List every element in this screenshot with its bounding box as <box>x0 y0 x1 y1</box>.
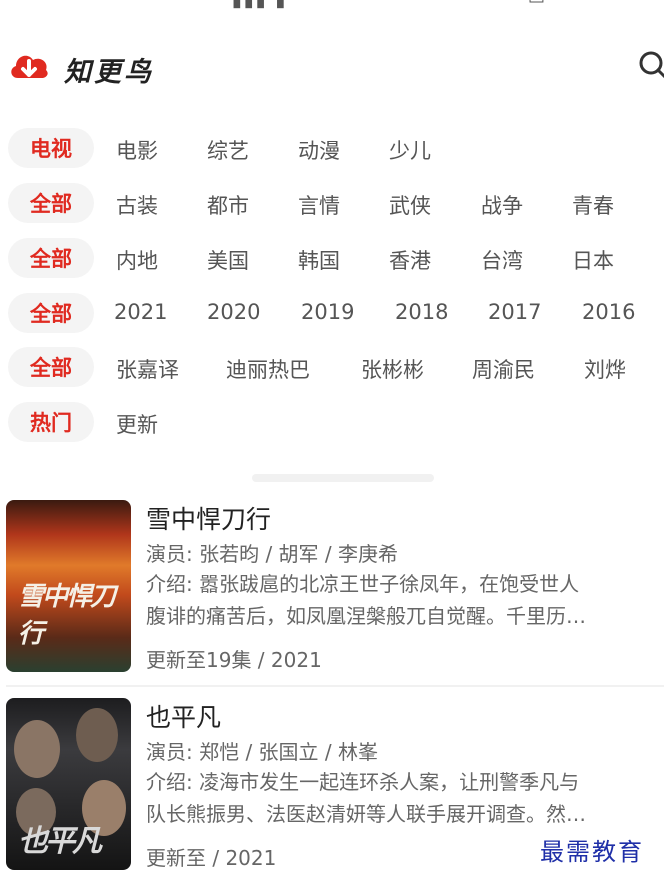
poster-image: 也平凡 <box>6 698 131 870</box>
filter-option[interactable]: 韩国 <box>298 245 340 275</box>
cloud-logo-icon <box>11 55 48 78</box>
filter-option[interactable]: 2018 <box>395 300 448 324</box>
filter-row-region: 全部 内地 美国 韩国 香港 台湾 日本 <box>0 238 664 278</box>
filter-option[interactable]: 武侠 <box>389 190 431 220</box>
show-title: 也平凡 <box>146 703 222 732</box>
filter-row-year: 全部 2021 2020 2019 2018 2017 2016 <box>0 293 664 333</box>
filter-option[interactable]: 美国 <box>207 245 249 275</box>
filter-row-genre: 全部 古装 都市 言情 武侠 战争 青春 <box>0 183 664 223</box>
filter-row-sort: 热门 更新 <box>0 402 664 442</box>
filter-option[interactable]: 2020 <box>207 300 260 324</box>
poster-image: 雪中悍刀行 <box>6 500 131 672</box>
show-update: 更新至19集 / 2021 <box>146 648 322 672</box>
show-actors: 演员: 张若昀 / 胡军 / 李庚希 <box>146 542 399 566</box>
app-title: 知更鸟 <box>64 57 154 88</box>
filter-option[interactable]: 内地 <box>116 245 158 275</box>
filter-option[interactable]: 战争 <box>481 190 523 220</box>
watermark: 最需教育 <box>540 838 644 866</box>
filter-option[interactable]: 2019 <box>301 300 354 324</box>
filter-row-type: 电视 电影 综艺 动漫 少儿 <box>0 128 664 168</box>
poster-title: 也平凡 <box>18 824 102 859</box>
filter-chip-type[interactable]: 电视 <box>8 128 94 168</box>
filter-option[interactable]: 言情 <box>298 190 340 220</box>
signal-icon: ▮▮▮ ▮ <box>232 0 288 11</box>
search-icon[interactable] <box>636 48 664 84</box>
filter-option[interactable]: 少儿 <box>389 135 431 165</box>
filter-option[interactable]: 青春 <box>572 190 614 220</box>
show-description: 介绍: 嚣张跋扈的北凉王世子徐凤年，在饱受世人 <box>146 572 580 596</box>
show-description: 队长熊振男、法医赵清妍等人联手展开调查。然… <box>146 802 586 826</box>
filter-row-actor: 全部 张嘉译 迪丽热巴 张彬彬 周渝民 刘烨 <box>0 347 664 387</box>
divider <box>6 685 664 687</box>
filter-option[interactable]: 古装 <box>116 190 158 220</box>
filter-option[interactable]: 迪丽热巴 <box>226 354 310 384</box>
poster-title: 雪中悍刀行 <box>18 582 116 649</box>
filter-option[interactable]: 台湾 <box>481 245 523 275</box>
battery-icon: ▭ <box>528 0 545 9</box>
clock-icon: · <box>612 0 618 9</box>
filter-option[interactable]: 2016 <box>582 300 635 324</box>
poster-face <box>76 708 118 762</box>
filter-chip-region[interactable]: 全部 <box>8 238 94 278</box>
filter-option[interactable]: 张嘉译 <box>116 354 179 384</box>
filter-option[interactable]: 综艺 <box>207 135 249 165</box>
filter-option[interactable]: 香港 <box>389 245 431 275</box>
filter-chip-actor[interactable]: 全部 <box>8 347 94 387</box>
filter-option[interactable]: 更新 <box>116 409 158 439</box>
filter-option[interactable]: 2021 <box>114 300 167 324</box>
filter-option[interactable]: 刘烨 <box>584 354 626 384</box>
poster-face <box>14 720 60 778</box>
filter-option[interactable]: 电影 <box>116 135 158 165</box>
filter-option[interactable]: 日本 <box>572 245 614 275</box>
filter-option[interactable]: 周渝民 <box>472 354 535 384</box>
drag-handle[interactable] <box>252 474 434 482</box>
show-update: 更新至 / 2021 <box>146 846 277 870</box>
filter-chip-year[interactable]: 全部 <box>8 293 94 333</box>
filter-option[interactable]: 动漫 <box>298 135 340 165</box>
filter-chip-genre[interactable]: 全部 <box>8 183 94 223</box>
filter-option[interactable]: 都市 <box>207 190 249 220</box>
show-title: 雪中悍刀行 <box>146 505 272 534</box>
show-actors: 演员: 郑恺 / 张国立 / 林峯 <box>146 740 379 764</box>
filter-option[interactable]: 2017 <box>488 300 541 324</box>
show-description: 腹诽的痛苦后，如凤凰涅槃般兀自觉醒。千里历… <box>146 604 586 628</box>
app-bar: 知更鸟 <box>0 40 664 92</box>
show-description: 介绍: 凌海市发生一起连环杀人案，让刑警季凡与 <box>146 770 580 794</box>
filter-chip-sort[interactable]: 热门 <box>8 402 94 442</box>
status-bar: ▮▮▮ ▮ ▭ · <box>0 0 664 14</box>
filter-option[interactable]: 张彬彬 <box>361 354 424 384</box>
show-card[interactable]: 雪中悍刀行 雪中悍刀行 演员: 张若昀 / 胡军 / 李庚希 介绍: 嚣张跋扈的… <box>0 500 664 680</box>
